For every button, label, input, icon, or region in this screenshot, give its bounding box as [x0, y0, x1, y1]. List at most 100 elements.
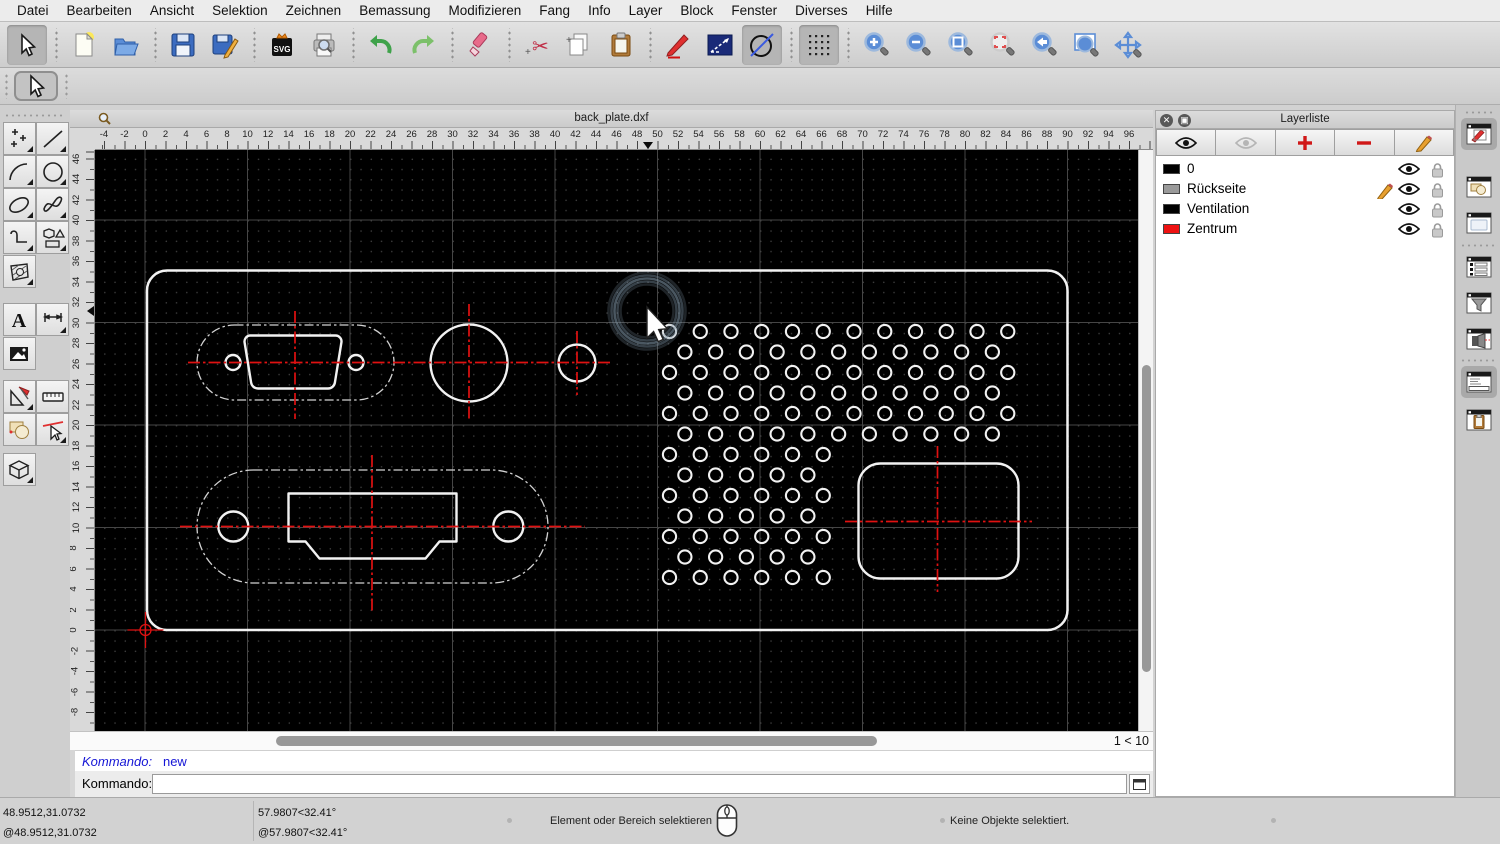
- layer-name[interactable]: 0: [1187, 161, 1195, 176]
- open-file-button[interactable]: [106, 25, 146, 65]
- toolbar-drag-handle[interactable]: [4, 73, 10, 99]
- menu-ansicht[interactable]: Ansicht: [141, 0, 203, 21]
- h-ruler-label: 34: [488, 129, 499, 140]
- menu-modifizieren[interactable]: Modifizieren: [440, 0, 531, 21]
- menu-hilfe[interactable]: Hilfe: [857, 0, 902, 21]
- tool-circle-button[interactable]: [36, 155, 69, 188]
- ortho-angle-button[interactable]: [700, 25, 740, 65]
- horizontal-scrollbar[interactable]: 1 < 10: [70, 731, 1153, 750]
- layer-color-swatch[interactable]: [1163, 224, 1180, 234]
- circle-tool-button[interactable]: [742, 24, 782, 65]
- draw-pen-button[interactable]: [658, 25, 698, 65]
- dock-clipboard-window-button[interactable]: [1461, 404, 1497, 436]
- zoom-selection-button[interactable]: [982, 25, 1022, 65]
- zoom-out-button[interactable]: [898, 25, 938, 65]
- layer-name[interactable]: Ventilation: [1187, 201, 1249, 216]
- menu-bemassung[interactable]: Bemassung: [350, 0, 439, 21]
- dock-library-window-button[interactable]: [1461, 207, 1497, 239]
- dock-filter-window-button[interactable]: [1461, 287, 1497, 319]
- paste-button[interactable]: [601, 25, 641, 65]
- menu-zeichnen[interactable]: Zeichnen: [277, 0, 351, 21]
- dock-list-window-button[interactable]: [1461, 251, 1497, 283]
- vertical-scrollbar-thumb[interactable]: [1141, 365, 1151, 672]
- tool-spline-button[interactable]: [36, 188, 69, 221]
- layer-color-swatch[interactable]: [1163, 204, 1180, 214]
- h-ruler-label: -4: [99, 129, 109, 140]
- layer-eye-off-button[interactable]: [1216, 129, 1276, 156]
- tool-image-button[interactable]: [2, 337, 36, 370]
- layer-row[interactable]: 0: [1156, 159, 1454, 179]
- dock-drag-handle[interactable]: [1464, 110, 1494, 115]
- tool-points-button[interactable]: [2, 122, 36, 155]
- v-ruler-cursor-marker: [87, 306, 94, 316]
- layer-color-swatch[interactable]: [1163, 184, 1180, 194]
- tool-shapes-button[interactable]: [36, 221, 69, 254]
- tool-blocks-button[interactable]: [2, 413, 36, 446]
- zoom-previous-button[interactable]: [1024, 25, 1064, 65]
- menu-diverses[interactable]: Diverses: [786, 0, 857, 21]
- tool-hatch-button[interactable]: [2, 255, 36, 288]
- print-preview-button[interactable]: [304, 25, 344, 65]
- tool-box3d-button[interactable]: [2, 453, 36, 486]
- drawing-window-titlebar[interactable]: back_plate.dxf: [70, 110, 1153, 128]
- dock-block-window-button[interactable]: [1461, 171, 1497, 203]
- vertical-scrollbar[interactable]: [1138, 150, 1153, 731]
- zoom-auto-button[interactable]: [940, 25, 980, 65]
- layer-plus-button[interactable]: [1275, 129, 1336, 156]
- eraser-button[interactable]: [460, 25, 500, 65]
- layer-eye-button[interactable]: [1156, 129, 1217, 156]
- layer-pencil-button[interactable]: [1394, 129, 1455, 156]
- cut-button[interactable]: ✂ +: [517, 25, 557, 65]
- tool-polyline-button[interactable]: [2, 221, 36, 254]
- palette-drag-handle[interactable]: [4, 113, 66, 118]
- layer-row[interactable]: Zentrum: [1156, 219, 1454, 239]
- redo-button[interactable]: [403, 25, 443, 65]
- layer-minus-button[interactable]: [1335, 129, 1395, 156]
- menu-layer[interactable]: Layer: [620, 0, 672, 21]
- cad-drawing-canvas[interactable]: [95, 150, 1138, 731]
- save-button[interactable]: [163, 25, 203, 65]
- menu-block[interactable]: Block: [671, 0, 722, 21]
- tool-modify-button[interactable]: [2, 380, 36, 413]
- menu-datei[interactable]: Datei: [8, 0, 58, 21]
- tool-dimension-button[interactable]: [36, 303, 69, 336]
- dock-view-window-button[interactable]: [1461, 323, 1497, 355]
- right-dock: [1455, 105, 1500, 797]
- layer-name[interactable]: Zentrum: [1187, 221, 1237, 236]
- command-input[interactable]: [152, 774, 1127, 794]
- h-ruler-label: 38: [529, 129, 540, 140]
- dock-layer-window-button[interactable]: [1461, 118, 1497, 150]
- zoom-pan-button[interactable]: [1108, 25, 1148, 65]
- layer-color-swatch[interactable]: [1163, 164, 1180, 174]
- menu-fenster[interactable]: Fenster: [722, 0, 786, 21]
- selection-arrow-button[interactable]: [14, 71, 58, 101]
- menu-fang[interactable]: Fang: [530, 0, 579, 21]
- zoom-window-button[interactable]: [1066, 25, 1106, 65]
- tool-text-button[interactable]: A: [2, 303, 36, 336]
- new-file-button[interactable]: [64, 25, 104, 65]
- dock-command-window-button[interactable]: [1461, 366, 1497, 398]
- tool-arc-button[interactable]: [2, 155, 36, 188]
- save-as-button[interactable]: [205, 25, 245, 65]
- menu-bearbeiten[interactable]: Bearbeiten: [58, 0, 141, 21]
- layer-lock-icon[interactable]: [1431, 222, 1444, 243]
- command-detach-button[interactable]: [1129, 774, 1150, 794]
- layer-row[interactable]: Ventilation: [1156, 199, 1454, 219]
- svg-export-button[interactable]: SVG: [262, 25, 302, 65]
- zoom-in-button[interactable]: [856, 25, 896, 65]
- grid-toggle-button[interactable]: [799, 24, 839, 65]
- tool-line-button[interactable]: [36, 122, 69, 155]
- layer-visibility-icon[interactable]: [1397, 222, 1421, 241]
- tool-measure-button[interactable]: [36, 380, 69, 413]
- layer-panel-titlebar[interactable]: ✕ ▣ Layerliste: [1156, 111, 1454, 129]
- tool-select-button[interactable]: [36, 413, 69, 446]
- menu-selektion[interactable]: Selektion: [203, 0, 277, 21]
- menu-info[interactable]: Info: [579, 0, 620, 21]
- copy-button[interactable]: +: [559, 25, 599, 65]
- layer-name[interactable]: Rückseite: [1187, 181, 1246, 196]
- horizontal-scrollbar-thumb[interactable]: [276, 736, 877, 746]
- cursor-button[interactable]: [7, 24, 47, 65]
- tool-ellipse-button[interactable]: [2, 188, 36, 221]
- layer-row[interactable]: Rückseite: [1156, 179, 1454, 201]
- undo-button[interactable]: [361, 25, 401, 65]
